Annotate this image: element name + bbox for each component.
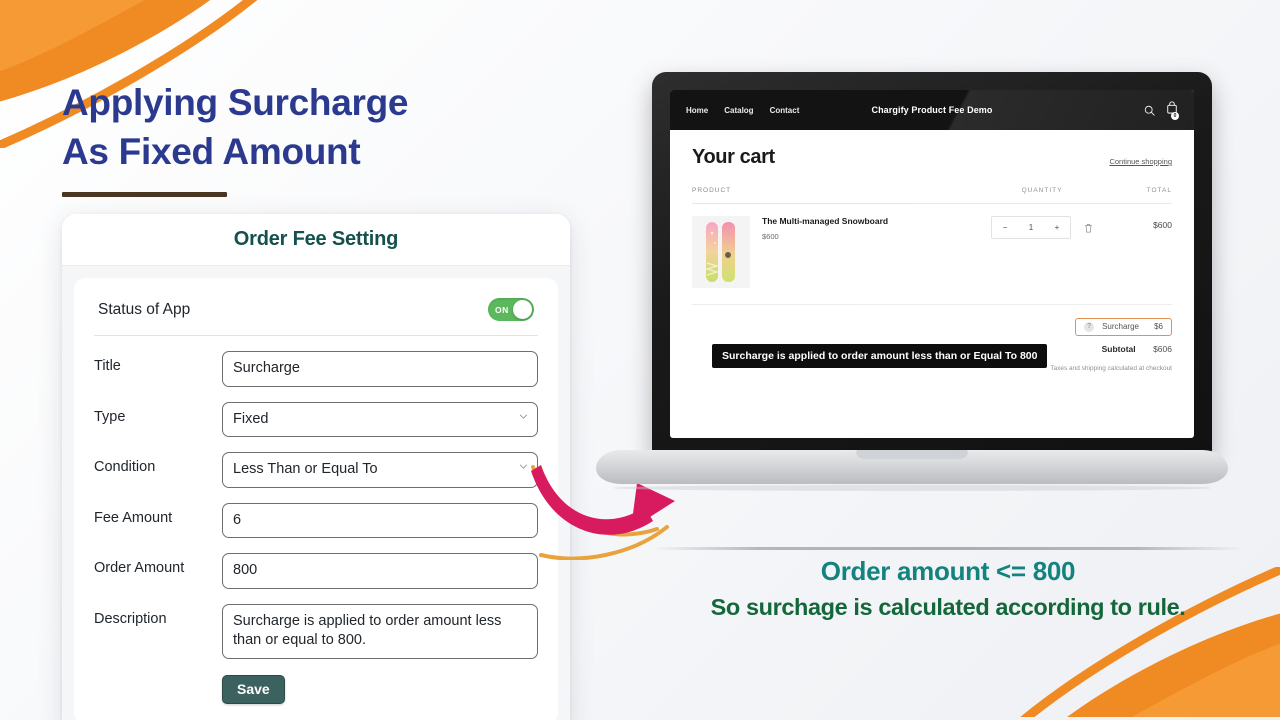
field-row-condition: Condition Less Than or Equal To bbox=[94, 452, 538, 488]
cart-line-item: The Multi-managed Snowboard $600 − 1 + $… bbox=[692, 204, 1172, 288]
save-row: Save bbox=[94, 674, 538, 704]
quantity-increase-button[interactable]: + bbox=[1055, 223, 1060, 232]
title-input[interactable]: Surcharge bbox=[222, 351, 538, 387]
field-label-title: Title bbox=[94, 358, 121, 374]
field-row-type: Type Fixed bbox=[94, 401, 538, 438]
order-fee-setting-card: Order Fee Setting Status of App ON Title… bbox=[62, 214, 570, 720]
card-header: Order Fee Setting bbox=[62, 214, 570, 266]
cart-column-headers: PRODUCT QUANTITY TOTAL bbox=[692, 187, 1172, 204]
caption-block: Order amount <= 800 So surchage is calcu… bbox=[642, 556, 1254, 621]
cart-icon-wrap[interactable]: 0 bbox=[1166, 101, 1179, 120]
product-thumbnail[interactable] bbox=[692, 216, 750, 288]
field-row-order-amount: Order Amount 800 bbox=[94, 553, 538, 589]
quantity-value: 1 bbox=[1028, 223, 1034, 232]
field-label-condition: Condition bbox=[94, 459, 156, 476]
store-navbar: Home Catalog Contact Chargify Product Fe… bbox=[670, 90, 1194, 130]
headline-underline bbox=[62, 192, 227, 198]
description-textarea[interactable]: Surcharge is applied to order amount les… bbox=[222, 603, 538, 659]
subtotal-label: Subtotal bbox=[1101, 343, 1136, 354]
field-label-description: Description bbox=[94, 610, 167, 627]
cart-page: Your cart Continue shopping PRODUCT QUAN… bbox=[670, 130, 1194, 372]
cart-count-badge: 0 bbox=[1171, 112, 1179, 120]
nav-icons: 0 bbox=[1144, 101, 1179, 120]
surcharge-label: Surcharge bbox=[1102, 322, 1139, 331]
field-label-type: Type bbox=[94, 408, 126, 425]
toggle-state-label: ON bbox=[495, 304, 509, 315]
column-header-total: TOTAL bbox=[1146, 187, 1172, 194]
line-item-total: $600 bbox=[1153, 220, 1172, 230]
headline-line-2: As Fixed Amount bbox=[62, 131, 361, 173]
laptop-lid: Home Catalog Contact Chargify Product Fe… bbox=[652, 72, 1212, 454]
field-row-description: Description Surcharge is applied to orde… bbox=[94, 603, 538, 659]
caption-divider bbox=[652, 547, 1244, 550]
card-inner: Status of App ON Title Surcharge Type Fi… bbox=[74, 278, 558, 720]
laptop-base bbox=[592, 450, 1232, 492]
column-header-quantity: QUANTITY bbox=[1021, 187, 1063, 194]
status-toggle[interactable]: ON bbox=[488, 298, 534, 321]
condition-select[interactable]: Less Than or Equal To bbox=[222, 452, 538, 488]
field-control-condition: Less Than or Equal To bbox=[222, 452, 538, 488]
field-control-order-amount: 800 bbox=[222, 553, 538, 589]
toggle-knob bbox=[513, 300, 532, 319]
product-info: The Multi-managed Snowboard $600 bbox=[750, 216, 982, 241]
headline-line-1: Applying Surcharge bbox=[62, 82, 409, 123]
field-row-title: Title Surcharge bbox=[94, 351, 538, 387]
field-control-title: Surcharge bbox=[222, 351, 538, 387]
caption-line-2: So surchage is calculated according to r… bbox=[710, 594, 1186, 620]
status-of-app-label: Status of App bbox=[98, 300, 191, 318]
laptop-mockup: Home Catalog Contact Chargify Product Fe… bbox=[592, 72, 1232, 492]
save-button[interactable]: Save bbox=[222, 674, 285, 704]
page-title: Applying Surcharge As Fixed Amount bbox=[62, 78, 582, 176]
caption-line-1: Order amount <= 800 bbox=[820, 556, 1076, 586]
order-amount-input[interactable]: 800 bbox=[222, 553, 538, 589]
continue-shopping-link[interactable]: Continue shopping bbox=[1109, 157, 1172, 169]
surcharge-tooltip: Surcharge is applied to order amount les… bbox=[712, 344, 1048, 368]
field-row-fee-amount: Fee Amount 6 bbox=[94, 502, 538, 539]
field-control-fee-amount: 6 bbox=[222, 502, 538, 539]
trash-icon[interactable] bbox=[1084, 223, 1093, 233]
search-icon[interactable] bbox=[1144, 105, 1155, 116]
question-icon[interactable]: ? bbox=[1084, 321, 1095, 332]
column-header-product: PRODUCT bbox=[692, 187, 732, 194]
quantity-decrease-button[interactable]: − bbox=[1003, 223, 1008, 232]
cart-header: Your cart Continue shopping bbox=[692, 146, 1172, 169]
type-select[interactable]: Fixed bbox=[222, 401, 538, 438]
surcharge-row: ? Surcharge $6 bbox=[1075, 317, 1172, 336]
quantity-area: − 1 + bbox=[982, 216, 1102, 239]
card-title: Order Fee Setting bbox=[233, 228, 399, 250]
product-price: $600 bbox=[762, 232, 779, 241]
headline-block: Applying Surcharge As Fixed Amount bbox=[62, 78, 582, 198]
field-control-type: Fixed bbox=[222, 401, 538, 438]
field-control-description: Surcharge is applied to order amount les… bbox=[222, 603, 538, 659]
quantity-stepper[interactable]: − 1 + bbox=[991, 216, 1071, 239]
fee-amount-input[interactable]: 6 bbox=[222, 502, 538, 539]
field-label-order-amount: Order Amount bbox=[94, 560, 185, 577]
card-body-wrapper: Status of App ON Title Surcharge Type Fi… bbox=[62, 266, 570, 720]
cart-heading: Your cart bbox=[692, 146, 775, 168]
laptop-screen: Home Catalog Contact Chargify Product Fe… bbox=[670, 90, 1194, 438]
product-name[interactable]: The Multi-managed Snowboard bbox=[762, 216, 982, 226]
snowboard-image bbox=[704, 222, 735, 282]
subtotal-value: $606 bbox=[1153, 343, 1172, 354]
store-title: Chargify Product Fee Demo bbox=[871, 105, 993, 115]
status-of-app-row: Status of App ON bbox=[94, 292, 538, 336]
field-label-fee-amount: Fee Amount bbox=[94, 509, 173, 526]
surcharge-value: $6 bbox=[1154, 322, 1163, 331]
